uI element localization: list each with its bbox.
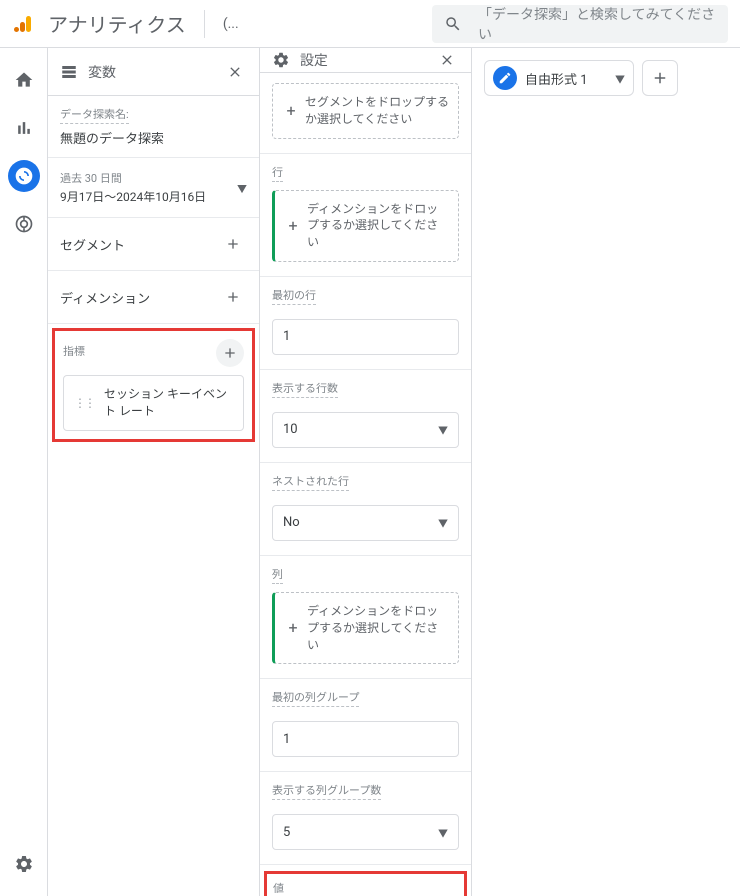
plus-icon: + [283, 215, 303, 237]
ga-logo [12, 12, 36, 36]
dimension-section: ディメンション [48, 271, 259, 324]
metric-chip-label: セッション キーイベント レート [104, 386, 233, 420]
cols-label: 列 [272, 566, 283, 584]
show-cols-select[interactable]: 5 ▼ [272, 814, 459, 850]
search-icon [444, 15, 462, 33]
segment-label: セグメント [60, 235, 125, 254]
close-variables[interactable] [223, 60, 247, 84]
divider [204, 10, 205, 38]
tab-label: 自由形式 1 [525, 69, 607, 88]
segment-drop-text: セグメントをドロップするか選択してください [305, 94, 450, 128]
left-nav [0, 48, 48, 896]
search-placeholder: 「データ探索」と検索してみてください [478, 4, 716, 44]
row-dimension-drop-text: ディメンションをドロップするか選択してください [307, 201, 450, 251]
nested-rows-select[interactable]: No ▼ [272, 505, 459, 541]
nav-admin[interactable] [8, 848, 40, 880]
account-selector[interactable]: (... [223, 16, 239, 32]
chevron-down-icon: ▼ [438, 825, 448, 840]
date-preset: 過去 30 日間 [60, 170, 247, 186]
start-col-label: 最初の列グループ [272, 689, 359, 707]
metric-label: 指標 [63, 343, 85, 360]
date-range-value: 9月17日～2024年10月16日 [60, 188, 247, 205]
variables-panel: 変数 データ探索名: 無題のデータ探索 過去 30 日間 9月17日～2024年… [48, 48, 260, 896]
col-dimension-drop-text: ディメンションをドロップするか選択してください [307, 603, 450, 653]
nested-rows-label: ネストされた行 [272, 473, 349, 491]
nav-advertising[interactable] [8, 208, 40, 240]
show-rows-label: 表示する行数 [272, 380, 338, 398]
segment-section: セグメント [48, 218, 259, 271]
values-highlight: 値 + 指標をドロップするか選択してください [264, 871, 467, 896]
drag-handle-icon: ⋮⋮ [74, 396, 94, 410]
values-label: 値 [273, 880, 284, 896]
date-range-selector[interactable]: 過去 30 日間 9月17日～2024年10月16日 ▼ [48, 158, 259, 218]
start-row-input[interactable]: 1 [272, 319, 459, 355]
chevron-down-icon: ▼ [237, 180, 247, 195]
metrics-highlight: 指標 ⋮⋮ セッション キーイベント レート [52, 328, 255, 442]
search-bar[interactable]: 「データ探索」と検索してみてください [432, 5, 728, 43]
gear-icon [272, 51, 290, 69]
add-dimension-button[interactable] [219, 283, 247, 311]
chevron-down-icon: ▼ [438, 422, 448, 437]
start-row-label: 最初の行 [272, 287, 316, 305]
show-rows-select[interactable]: 10 ▼ [272, 412, 459, 448]
add-metric-button[interactable] [216, 339, 244, 367]
chevron-down-icon: ▼ [615, 71, 625, 86]
settings-panel: 設定 + セグメントをドロップするか選択してください 行 + ディメンションをド… [260, 48, 472, 896]
chevron-down-icon: ▼ [438, 515, 448, 530]
explore-name-label: データ探索名: [60, 106, 129, 124]
dimension-label: ディメンション [60, 288, 150, 307]
nav-reports[interactable] [8, 112, 40, 144]
variables-title: 変数 [88, 62, 223, 82]
settings-title: 設定 [300, 50, 435, 70]
tabbar: 自由形式 1 ▼ [484, 60, 728, 96]
explore-name-section[interactable]: データ探索名: 無題のデータ探索 [48, 96, 259, 158]
tab-freeform-1[interactable]: 自由形式 1 ▼ [484, 60, 634, 96]
show-cols-label: 表示する列グループ数 [272, 782, 381, 800]
metric-chip[interactable]: ⋮⋮ セッション キーイベント レート [63, 375, 244, 431]
row-dimension-drop-zone[interactable]: + ディメンションをドロップするか選択してください [272, 190, 459, 262]
col-dimension-drop-zone[interactable]: + ディメンションをドロップするか選択してください [272, 592, 459, 664]
plus-icon: + [281, 100, 301, 122]
explore-name-value: 無題のデータ探索 [60, 128, 247, 147]
nav-home[interactable] [8, 64, 40, 96]
start-col-input[interactable]: 1 [272, 721, 459, 757]
add-tab-button[interactable] [642, 60, 678, 96]
rows-label: 行 [272, 164, 283, 182]
nav-explore[interactable] [8, 160, 40, 192]
plus-icon: + [283, 617, 303, 639]
close-settings[interactable] [435, 48, 459, 72]
canvas-area: 自由形式 1 ▼ [472, 48, 740, 896]
add-segment-button[interactable] [219, 230, 247, 258]
segment-drop-zone[interactable]: + セグメントをドロップするか選択してください [272, 83, 459, 139]
variables-icon [60, 63, 78, 81]
pencil-icon [493, 66, 517, 90]
app-title: アナリティクス [48, 9, 186, 38]
